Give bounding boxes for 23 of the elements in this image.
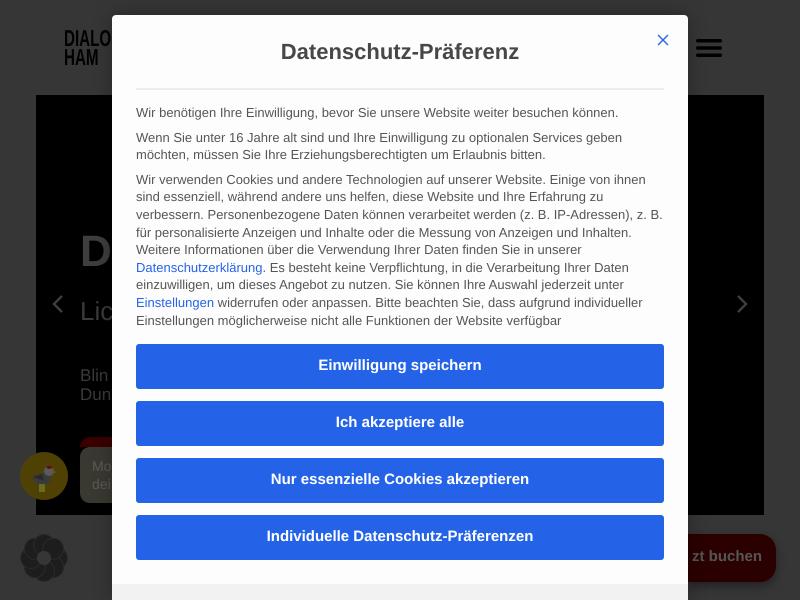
close-icon xyxy=(657,34,669,46)
rosette-icon[interactable] xyxy=(20,534,68,582)
dialog-title: Datenschutz-Präferenz xyxy=(280,38,520,66)
consent-paragraph: Wenn Sie unter 16 Jahre alt sind und Ihre Einwilligung zu optionalen Services geben möchten, müssen Sie Ihre Erziehungsberechtigten um Erlaubnis bitten. xyxy=(136,128,624,164)
hero-button[interactable] xyxy=(80,437,112,447)
text-link[interactable]: Einstellungen xyxy=(136,294,214,310)
hero-text: Blin xyxy=(80,366,108,385)
hero-heading: D xyxy=(80,230,112,274)
hero-subheading: Lic xyxy=(80,295,114,327)
menu-icon[interactable] xyxy=(696,38,722,56)
hero-text: Dun xyxy=(80,385,112,404)
consent-paragraph: Wir benötigen Ihre Einwilligung, bevor Sie unsere Website weiter besuchen können. xyxy=(136,104,620,122)
consent-button[interactable]: Individuelle Datenschutz-Präferenzen xyxy=(136,515,664,560)
bird-icon[interactable] xyxy=(20,452,68,500)
consent-button[interactable]: Einwilligung speichern xyxy=(136,344,664,390)
text-link[interactable]: Datenschutzerklärung xyxy=(136,260,262,275)
consent-button[interactable]: Ich akzeptiere alle xyxy=(136,401,664,446)
consent-paragraph: Wir verwenden Cookies und andere Technologien auf unserer Website. Einige von ihnen sind essenziell, während andere uns helfen, diese Website und Ihre Erfahrung zu verbessern. Personenbezogene Daten können verarbeitet werden (z. B. IP-Adressen), z. B. für personalisierte Anzeigen und Inhalte oder die Messung von Anzeigen und Inhalten. Weitere Informationen über die Verwendung Ihrer Daten finden Sie in unserer Datenschutzerklärung. Es besteht keine Verpflichtung, in die Verarbeitung Ihrer Daten einzuwilligen, um dieses Angebot zu nutzen. Sie können Ihre Auswahl jederzeit unter Einstellungen widerrufen oder anpassen. Bitte beachten Sie, dass aufgrund individueller Einstellungen möglicherweise nicht alle Funktionen der Website verfügbar xyxy=(136,170,664,330)
chevron-left-icon[interactable] xyxy=(52,295,64,313)
consent-button[interactable]: Nur essenzielle Cookies akzeptieren xyxy=(136,458,664,504)
book-button[interactable]: zt buchen xyxy=(688,534,776,582)
close-button[interactable] xyxy=(656,33,670,47)
chevron-right-icon[interactable] xyxy=(736,295,748,313)
